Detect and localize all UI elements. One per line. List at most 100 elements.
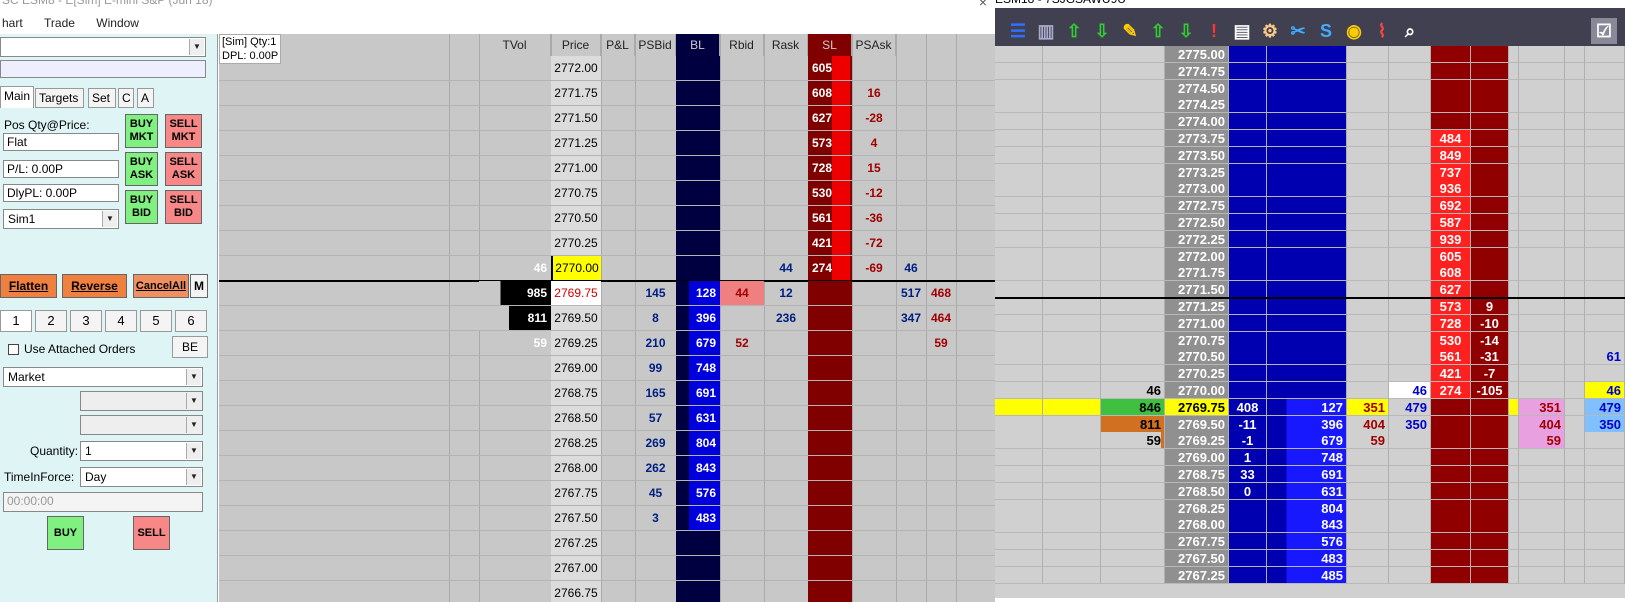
cell-psbid[interactable]: 210 — [635, 331, 676, 355]
cell-psbid[interactable] — [635, 256, 676, 280]
cell-psbid[interactable]: 145 — [635, 281, 676, 305]
cell-psbid[interactable] — [635, 231, 676, 255]
cell-price[interactable]: 2770.25 — [551, 231, 601, 255]
r-cell-bid[interactable] — [1267, 46, 1347, 63]
r-cell-bid[interactable] — [1267, 214, 1347, 231]
buy-market-button[interactable]: BUY MKT — [125, 114, 158, 148]
cell-price[interactable]: 2770.00 — [551, 256, 601, 280]
quantity-select[interactable]: 1 ▼ — [80, 441, 203, 461]
time-input[interactable]: 00:00:00 — [3, 492, 203, 512]
r-cell-bid[interactable] — [1267, 264, 1347, 281]
r-cell-bid[interactable] — [1267, 113, 1347, 130]
cell-price[interactable]: 2768.00 — [551, 456, 601, 480]
r-cell-price[interactable]: 2769.75 — [1165, 399, 1229, 416]
cell-price[interactable]: 2767.75 — [551, 481, 601, 505]
r-cell-ask[interactable]: 605 — [1431, 248, 1471, 265]
tab-a[interactable]: A — [137, 88, 154, 108]
r-cell-ask[interactable] — [1431, 399, 1471, 416]
cell-bl[interactable]: 396 — [676, 306, 720, 330]
r-cell-bid[interactable]: 485 — [1267, 567, 1347, 584]
r-cell-price[interactable]: 2770.25 — [1165, 365, 1229, 382]
cell-sl[interactable]: 605 — [808, 56, 852, 80]
cell-psask[interactable]: 4 — [852, 131, 896, 155]
cell-sl[interactable] — [808, 406, 852, 430]
cell-psbid[interactable]: 262 — [635, 456, 676, 480]
cell-price[interactable]: 2770.75 — [551, 181, 601, 205]
cell-psbid[interactable]: 45 — [635, 481, 676, 505]
r-cell-ask[interactable]: 484 — [1431, 130, 1471, 147]
qty-5-button[interactable]: 5 — [140, 310, 172, 332]
cell-psbid[interactable] — [635, 531, 676, 555]
r-cell-ask[interactable] — [1431, 80, 1471, 97]
r-cell-ask[interactable]: 587 — [1431, 214, 1471, 231]
cell-bl[interactable]: 483 — [676, 506, 720, 530]
cell-sl[interactable]: 728 — [808, 156, 852, 180]
menu-icon[interactable]: ☰ — [1005, 18, 1031, 44]
r-cell-bid[interactable] — [1267, 130, 1347, 147]
use-attached-checkbox[interactable] — [8, 344, 19, 355]
header-psbid[interactable]: PSBid — [635, 34, 676, 56]
cell-bl[interactable]: 679 — [676, 331, 720, 355]
cell-psask[interactable] — [852, 406, 896, 430]
cancel-all-button[interactable]: CancelAll — [133, 274, 189, 298]
r-cell-bid[interactable]: 631 — [1267, 483, 1347, 500]
search-icon[interactable]: ⌕ — [1397, 18, 1423, 44]
r-cell-ask[interactable] — [1431, 567, 1471, 584]
cell-psask[interactable] — [852, 556, 896, 580]
menu-trade[interactable]: Trade — [44, 16, 75, 30]
r-cell-price[interactable]: 2768.00 — [1165, 516, 1229, 533]
r-cell-price[interactable]: 2774.50 — [1165, 80, 1229, 97]
cell-psask[interactable] — [852, 581, 896, 602]
qty-4-button[interactable]: 4 — [105, 310, 137, 332]
flatten-button[interactable]: Flatten — [0, 274, 57, 298]
account-select[interactable]: Sim1 ▼ — [3, 209, 119, 229]
cell-price[interactable]: 2771.50 — [551, 106, 601, 130]
r-cell-bid[interactable] — [1267, 332, 1347, 349]
r-cell-ask[interactable] — [1431, 516, 1471, 533]
r-cell-ask[interactable] — [1431, 113, 1471, 130]
cell-price[interactable]: 2769.75 — [551, 281, 601, 305]
r-cell-bid[interactable]: 396 — [1267, 416, 1347, 433]
r-cell-ask[interactable] — [1431, 96, 1471, 113]
r-cell-price[interactable]: 2771.00 — [1165, 315, 1229, 332]
header-rbid[interactable]: Rbid — [720, 34, 764, 56]
cell-psbid[interactable]: 57 — [635, 406, 676, 430]
cell-psask[interactable]: -28 — [852, 106, 896, 130]
qty-6-button[interactable]: 6 — [175, 310, 207, 332]
symbol-select[interactable]: ▼ — [0, 37, 206, 57]
r-cell-price[interactable]: 2773.50 — [1165, 147, 1229, 164]
cell-price[interactable]: 2768.75 — [551, 381, 601, 405]
cell-psbid[interactable] — [635, 106, 676, 130]
cell-psbid[interactable] — [635, 156, 676, 180]
buy-up-icon[interactable]: ⇧ — [1145, 18, 1171, 44]
buy-ask-button[interactable]: BUY ASK — [125, 152, 158, 186]
cell-price[interactable]: 2767.25 — [551, 531, 601, 555]
r-cell-ask[interactable]: 627 — [1431, 281, 1471, 298]
header-pl[interactable]: P&L — [601, 34, 635, 56]
cell-psask[interactable]: -69 — [852, 256, 896, 280]
r-cell-price[interactable]: 2768.75 — [1165, 466, 1229, 483]
sell-down-icon[interactable]: ⇩ — [1173, 18, 1199, 44]
cell-bl[interactable] — [676, 56, 720, 80]
cell-psbid[interactable] — [635, 206, 676, 230]
r-cell-bid[interactable] — [1267, 365, 1347, 382]
sell-ask-button[interactable]: SELL ASK — [165, 152, 202, 186]
r-cell-price[interactable]: 2772.75 — [1165, 197, 1229, 214]
cell-price[interactable]: 2767.50 — [551, 506, 601, 530]
cell-psbid[interactable]: 8 — [635, 306, 676, 330]
edit-icon[interactable]: ✎ — [1117, 18, 1143, 44]
r-cell-price[interactable]: 2775.00 — [1165, 46, 1229, 63]
tab-targets[interactable]: Targets — [35, 88, 84, 108]
r-cell-price[interactable]: 2774.25 — [1165, 96, 1229, 113]
cell-sl[interactable] — [808, 456, 852, 480]
cell-sl[interactable]: 421 — [808, 231, 852, 255]
cell-sl[interactable]: 608 — [808, 81, 852, 105]
cell-price[interactable]: 2769.50 — [551, 306, 601, 330]
r-cell-ask[interactable]: 573 — [1431, 298, 1471, 315]
r-cell-price[interactable]: 2772.00 — [1165, 248, 1229, 265]
r-cell-price[interactable]: 2767.50 — [1165, 550, 1229, 567]
cell-psbid[interactable]: 269 — [635, 431, 676, 455]
r-cell-ask[interactable]: 939 — [1431, 231, 1471, 248]
r-cell-price[interactable]: 2768.25 — [1165, 500, 1229, 517]
tab-main[interactable]: Main — [0, 86, 34, 108]
